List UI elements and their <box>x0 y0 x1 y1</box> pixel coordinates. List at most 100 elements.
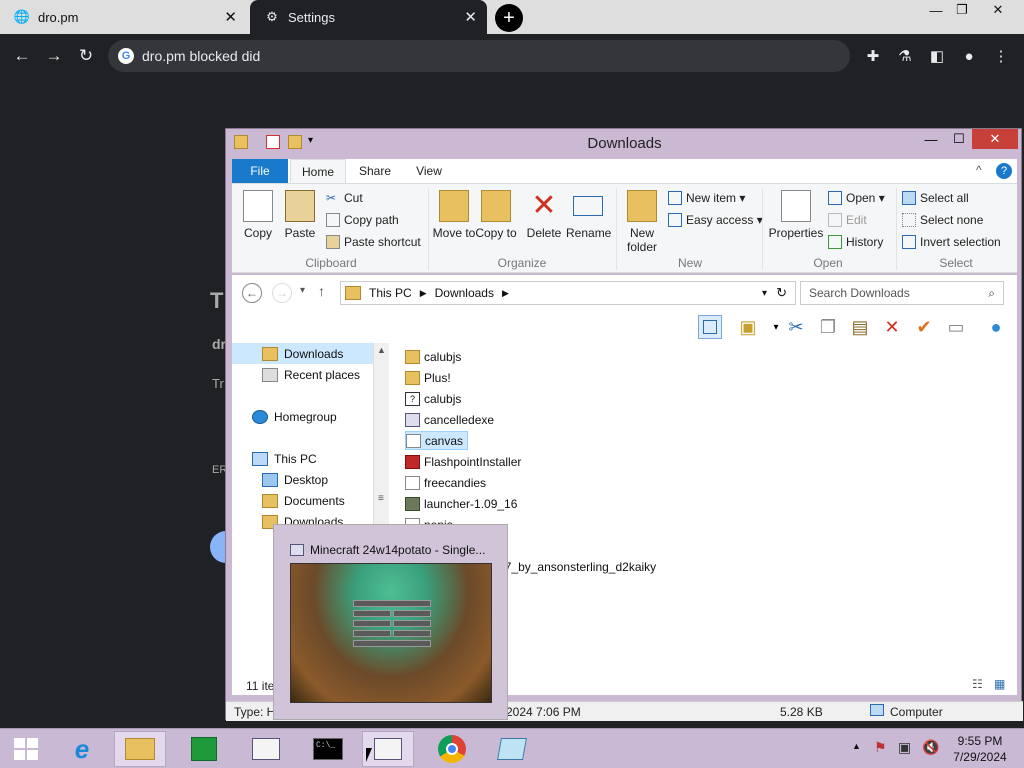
start-button[interactable] <box>0 731 52 767</box>
side-panel-icon[interactable]: ◧ <box>926 45 948 67</box>
delete-icon[interactable]: ✕ <box>880 315 904 339</box>
new-item-button[interactable]: New item ▾ <box>668 188 745 208</box>
nav-item-desktop[interactable]: Desktop <box>232 469 328 490</box>
back-arrow-icon[interactable]: ← <box>11 45 33 67</box>
invert-selection-button[interactable]: Invert selection <box>902 232 1001 252</box>
easy-access-button[interactable]: Easy access ▾ <box>668 210 763 230</box>
delete-button[interactable]: ✕ Delete <box>522 190 566 241</box>
back-arrow-icon[interactable]: ← <box>242 283 262 303</box>
search-input[interactable]: Search Downloads ⌕ <box>800 281 1004 305</box>
breadcrumb-this-pc[interactable]: This PC <box>369 286 412 300</box>
edit-button[interactable]: Edit <box>828 210 867 230</box>
tab-view[interactable]: View <box>404 159 454 183</box>
restore-icon[interactable]: ❐ <box>944 0 980 20</box>
show-hidden-icons-icon[interactable]: ▲ <box>852 741 861 751</box>
nav-item-recent-places[interactable]: Recent places <box>232 364 360 385</box>
chevron-right-icon[interactable]: ▶ <box>420 288 427 299</box>
new-tab-button[interactable]: + <box>495 4 523 32</box>
select-none-button[interactable]: Select none <box>902 210 983 230</box>
chrome-button[interactable] <box>426 731 478 767</box>
address-bar[interactable]: This PC ▶ Downloads ▶ ▾ ↻ <box>340 281 796 305</box>
close-tab-icon[interactable]: ✕ <box>224 8 237 26</box>
select-all-button[interactable]: Select all <box>902 188 969 208</box>
copy-icon[interactable]: ❐ <box>816 315 840 339</box>
nav-item-this-pc[interactable]: This PC <box>232 448 317 469</box>
breadcrumb-downloads[interactable]: Downloads <box>435 286 494 300</box>
help-icon[interactable]: ? <box>996 163 1012 179</box>
notepad-button[interactable] <box>486 731 538 767</box>
tab-settings[interactable]: ⚙ Settings ✕ <box>250 0 487 34</box>
globe-icon[interactable]: ● <box>984 315 1008 339</box>
collapse-ribbon-icon[interactable]: ^ <box>976 163 982 177</box>
close-window-icon[interactable]: ✕ <box>980 0 1016 20</box>
recent-locations-icon[interactable]: ▾ <box>300 285 305 296</box>
list-item[interactable]: ? calubjs <box>405 389 465 408</box>
profile-avatar-icon[interactable]: ● <box>958 45 980 67</box>
preview-pane-icon[interactable] <box>698 315 722 339</box>
system-clock[interactable]: 9:55 PM 7/29/2024 <box>944 733 1016 765</box>
close-window-icon[interactable]: ✕ <box>972 129 1018 149</box>
reload-icon[interactable]: ↻ <box>75 45 97 67</box>
paste-icon[interactable]: ▤ <box>848 315 872 339</box>
file-explorer-button[interactable] <box>114 731 166 767</box>
list-item[interactable]: Plus! <box>405 368 455 387</box>
checkmark-icon[interactable]: ✔ <box>912 315 936 339</box>
store-button[interactable] <box>178 731 230 767</box>
chevron-right-icon[interactable]: ▶ <box>502 288 509 299</box>
forward-arrow-icon[interactable]: → <box>272 283 292 303</box>
nav-item-documents[interactable]: Documents <box>232 490 345 511</box>
nav-item-downloads[interactable]: Downloads <box>232 343 373 364</box>
network-icon[interactable]: ▣ <box>898 739 914 755</box>
refresh-icon[interactable]: ↻ <box>776 285 787 301</box>
copy-button[interactable]: Copy <box>236 190 280 240</box>
forward-arrow-icon[interactable]: → <box>43 45 65 67</box>
rename-button[interactable]: Rename <box>566 190 611 240</box>
list-item[interactable]: freecandies <box>405 473 490 492</box>
move-to-button[interactable]: Move to <box>432 190 476 240</box>
scroll-thumb-grip-icon[interactable]: ≡ <box>378 493 384 504</box>
lab-flask-icon[interactable]: ⚗ <box>894 45 916 67</box>
list-item[interactable]: calubjs <box>405 347 465 366</box>
scroll-up-icon[interactable]: ▲ <box>377 345 386 355</box>
maximize-icon[interactable]: ☐ <box>946 129 972 149</box>
close-tab-icon[interactable]: ✕ <box>464 8 477 26</box>
recent-places-icon <box>262 367 278 382</box>
internet-explorer-button[interactable]: e <box>56 731 108 767</box>
list-item[interactable]: cancelledexe <box>405 410 498 429</box>
flashpoint-icon <box>405 454 420 469</box>
copy-path-button[interactable]: Copy path <box>326 210 399 230</box>
copy-to-button[interactable]: Copy to <box>474 190 518 240</box>
rename-icon[interactable]: ▭ <box>944 315 968 339</box>
open-button[interactable]: Open ▾ <box>828 188 885 208</box>
cut-icon[interactable]: ✂ <box>784 315 808 339</box>
tab-share[interactable]: Share <box>350 159 400 183</box>
address-bar[interactable]: G dro.pm blocked did <box>108 40 850 72</box>
history-button[interactable]: History <box>828 232 883 252</box>
nav-item-homegroup[interactable]: Homegroup <box>232 406 337 427</box>
list-item[interactable]: FlashpointInstaller <box>405 452 525 471</box>
folder-options-icon[interactable]: ▣ <box>736 315 760 339</box>
tab-file[interactable]: File <box>232 159 288 183</box>
menu-kebab-icon[interactable]: ⋮ <box>990 45 1012 67</box>
application-window-button[interactable] <box>240 731 292 767</box>
paste-button[interactable]: Paste <box>278 190 322 240</box>
properties-button[interactable]: Properties <box>768 190 824 240</box>
volume-muted-icon[interactable]: 🔇 <box>922 739 939 755</box>
action-center-icon[interactable]: ⚑ <box>874 739 890 755</box>
minimize-icon[interactable]: — <box>918 129 944 149</box>
list-item[interactable]: canvas <box>405 431 469 450</box>
extensions-icon[interactable]: ✚ <box>862 45 884 67</box>
paste-shortcut-button[interactable]: Paste shortcut <box>326 232 421 252</box>
details-view-icon[interactable]: ☷ <box>972 677 983 691</box>
cut-button[interactable]: ✂ Cut <box>326 188 363 208</box>
command-prompt-button[interactable]: C:\_ <box>302 731 354 767</box>
taskbar-thumbnail-preview[interactable]: Minecraft 24w14potato - Single... <box>273 524 508 720</box>
list-item[interactable]: launcher-1.09_16 <box>405 494 521 513</box>
application-icon <box>405 412 420 427</box>
new-folder-button[interactable]: New folder <box>620 190 664 254</box>
chevron-down-icon[interactable]: ▾ <box>762 288 767 299</box>
tab-dro-pm[interactable]: 🌐 dro.pm ✕ <box>0 0 247 34</box>
tab-home[interactable]: Home <box>290 159 346 183</box>
up-arrow-icon[interactable]: ↑ <box>318 283 325 299</box>
large-icons-view-icon[interactable]: ▦ <box>994 677 1005 691</box>
